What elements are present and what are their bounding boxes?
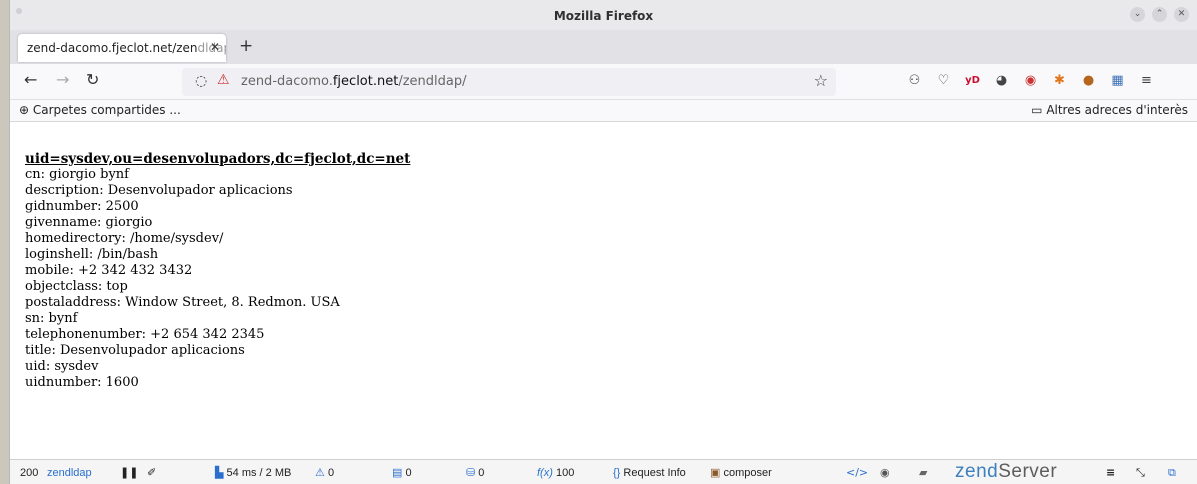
function-icon: f(x) xyxy=(537,467,553,479)
bookmark-folder-shared[interactable]: ⊕ Carpetes compartides ... xyxy=(19,103,181,117)
toolbar-menu-icon[interactable]: ≡ xyxy=(1106,466,1115,480)
pocket-icon[interactable]: ♡ xyxy=(929,73,958,89)
titlebar: Mozilla Firefox ⌄ ⌃ ✕ xyxy=(10,0,1197,30)
extension-icon[interactable]: ◕ xyxy=(987,73,1016,89)
page-content: uid=sysdev,ou=desenvolupadors,dc=fjeclot… xyxy=(10,122,1197,459)
zend-developer-toolbar: 200 zendldap ❚❚ ✐ ▙ 54 ms / 2 MB ⚠ 0 ▤ 0… xyxy=(10,459,1197,484)
url-text[interactable]: zend-dacomo.fjeclot.net/zendldap/ xyxy=(241,74,466,89)
back-icon[interactable]: ← xyxy=(24,71,37,89)
database-icon: ⛁ xyxy=(466,467,476,479)
new-tab-button[interactable]: + xyxy=(239,38,253,55)
external-link-icon[interactable]: ⧉ xyxy=(1168,466,1176,480)
metamask-icon[interactable]: ✱ xyxy=(1045,73,1074,89)
zend-status-code[interactable]: 200 xyxy=(20,466,38,480)
tab-close-icon[interactable]: ✕ xyxy=(210,40,220,54)
yd-extension-icon[interactable]: yD xyxy=(958,73,987,89)
attr-telephonenumber: telephonenumber: +2 654 342 2345 xyxy=(25,327,265,342)
log-icon: ▤ xyxy=(392,467,403,479)
attr-uid: uid: sysdev xyxy=(25,359,99,374)
attr-objectclass: objectclass: top xyxy=(25,279,128,294)
braces-icon: {} xyxy=(613,467,621,479)
collapse-icon[interactable]: ⤡ xyxy=(1136,466,1145,480)
code-icon[interactable]: </> xyxy=(846,466,868,480)
extension-icons: ⚇ ♡ yD ◕ ◉ ✱ ● ▦ ≡ xyxy=(900,73,1161,89)
close-icon[interactable]: ✕ xyxy=(1174,7,1189,22)
globe-icon: ⊕ xyxy=(19,103,30,117)
download-icon[interactable]: ◉ xyxy=(1016,73,1045,89)
window-title: Mozilla Firefox xyxy=(553,9,654,23)
attr-loginshell: loginshell: /bin/bash xyxy=(25,247,159,262)
attr-postaladdress: postaladdress: Window Street, 8. Redmon.… xyxy=(25,295,340,310)
cookie-icon[interactable]: ● xyxy=(1074,73,1103,89)
background-window-edge xyxy=(0,0,9,484)
attr-mobile: mobile: +2 342 432 3432 xyxy=(25,263,193,278)
folder-icon: ▭ xyxy=(1031,103,1043,117)
warning-icon: ⚠ xyxy=(315,467,325,479)
bookmarks-toolbar: ⊕ Carpetes compartides ... ▭ Altres adre… xyxy=(10,100,1197,122)
avatar-icon[interactable]: ◉ xyxy=(880,466,890,480)
zend-logs[interactable]: ▤ 0 xyxy=(392,466,412,480)
account-icon[interactable]: ⚇ xyxy=(900,73,929,89)
attr-cn: cn: giorgio bynf xyxy=(25,167,129,182)
bar-chart-icon: ▙ xyxy=(215,467,224,479)
zend-request-info[interactable]: {} Request Info xyxy=(613,466,686,480)
tab-label: zend-dacomo.fjeclot.net/zen xyxy=(27,41,198,55)
attr-title: title: Desenvolupador aplicacions xyxy=(25,343,245,358)
addon-icon[interactable]: ▦ xyxy=(1103,73,1132,89)
forward-icon[interactable]: → xyxy=(56,71,69,89)
attr-description: description: Desenvolupador aplicacions xyxy=(25,183,293,198)
zend-server-logo[interactable]: zendServer xyxy=(955,461,1057,483)
tab-zendldap[interactable]: zend-dacomo.fjeclot.net/zendldap/ ✕ xyxy=(18,34,226,62)
bookmark-folder-other[interactable]: ▭ Altres adreces d'interès xyxy=(1031,103,1188,117)
zend-functions[interactable]: f(x) 100 xyxy=(537,466,574,480)
zend-db[interactable]: ⛁ 0 xyxy=(466,466,484,480)
menu-icon[interactable]: ≡ xyxy=(1132,73,1161,89)
window-controls: ⌄ ⌃ ✕ xyxy=(1130,7,1189,22)
navigation-toolbar: ← → ↻ ◌ ⚠ zend-dacomo.fjeclot.net/zendld… xyxy=(10,64,1197,100)
url-bar[interactable]: ◌ ⚠ zend-dacomo.fjeclot.net/zendldap/ ☆ xyxy=(182,68,836,96)
zend-time-memory[interactable]: ▙ 54 ms / 2 MB xyxy=(215,466,291,480)
zend-route[interactable]: zendldap xyxy=(47,466,92,480)
insecure-lock-icon[interactable]: ⚠ xyxy=(217,72,230,88)
maximize-icon[interactable]: ⌃ xyxy=(1152,7,1167,22)
tab-strip: zend-dacomo.fjeclot.net/zendldap/ ✕ + xyxy=(10,30,1197,64)
reload-icon[interactable]: ↻ xyxy=(86,71,99,89)
attr-givenname: givenname: giorgio xyxy=(25,215,153,230)
zend-warnings[interactable]: ⚠ 0 xyxy=(315,466,334,480)
attr-uidnumber: uidnumber: 1600 xyxy=(25,375,139,390)
composer-icon: ▣ xyxy=(710,467,721,479)
tracking-shield-icon[interactable]: ◌ xyxy=(195,73,207,89)
attr-homedirectory: homedirectory: /home/sysdev/ xyxy=(25,231,224,246)
ldap-dn-link[interactable]: uid=sysdev,ou=desenvolupadors,dc=fjeclot… xyxy=(25,151,1197,167)
comment-icon[interactable]: ▰ xyxy=(919,466,927,480)
zend-composer[interactable]: ▣ composer xyxy=(710,466,772,480)
minimize-icon[interactable]: ⌄ xyxy=(1130,7,1145,22)
pause-icon[interactable]: ❚❚ xyxy=(120,466,138,480)
pin-icon[interactable]: ✐ xyxy=(147,466,156,480)
attr-gidnumber: gidnumber: 2500 xyxy=(25,199,139,214)
firefox-window: Mozilla Firefox ⌄ ⌃ ✕ zend-dacomo.fjeclo… xyxy=(9,0,1197,484)
bookmark-star-icon[interactable]: ☆ xyxy=(814,71,828,90)
attr-sn: sn: bynf xyxy=(25,311,78,326)
